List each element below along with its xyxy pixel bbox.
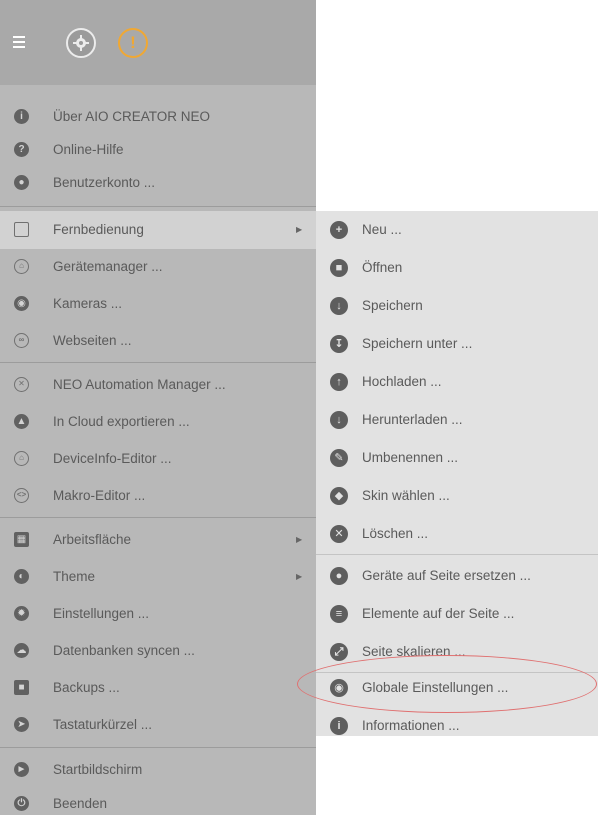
- submenu-item-choose-skin[interactable]: ◆ Skin wählen ...: [316, 477, 598, 515]
- home-icon: ⌂: [14, 259, 29, 274]
- menu-item-remote-control[interactable]: Fernbedienung ▶: [0, 211, 316, 249]
- menu-item-sync-databases[interactable]: ☁ Datenbanken syncen ...: [0, 632, 316, 670]
- rocket-icon: ➤: [14, 717, 29, 732]
- folder-icon: ■: [330, 259, 348, 277]
- menu-item-user-account[interactable]: ● Benutzerkonto ...: [0, 164, 316, 202]
- device-info-icon: ⌂: [14, 451, 29, 466]
- submenu-item-save[interactable]: ↓ Speichern: [316, 287, 598, 325]
- submenu-item-replace-devices[interactable]: ● Geräte auf Seite ersetzen ...: [316, 557, 598, 595]
- gear-icon: ✹: [14, 606, 29, 621]
- menu-item-start-screen[interactable]: ► Startbildschirm: [0, 751, 316, 789]
- chevron-right-icon: ▶: [296, 225, 303, 234]
- submenu-item-new[interactable]: + Neu ...: [316, 211, 598, 249]
- cloud-icon: ☁: [14, 643, 29, 658]
- submenu-item-download[interactable]: ↓ Herunterladen ...: [316, 401, 598, 439]
- download-icon: ↓: [330, 411, 348, 429]
- hamburger-menu-icon[interactable]: [13, 36, 25, 50]
- menu-item-macro-editor[interactable]: <> Makro-Editor ...: [0, 477, 316, 515]
- contrast-icon: ◐: [14, 569, 29, 584]
- folder-icon: ■: [14, 680, 29, 695]
- question-icon: ?: [14, 142, 29, 157]
- save-as-icon: ↧: [330, 335, 348, 353]
- chevron-right-icon: ▶: [296, 572, 303, 581]
- menu-item-theme[interactable]: ◐ Theme ▶: [0, 558, 316, 596]
- main-menu: ! i Über AIO CREATOR NEO ? Online-Hilfe …: [0, 0, 316, 815]
- warning-icon[interactable]: !: [118, 28, 148, 58]
- menu-item-deviceinfo-editor[interactable]: ⌂ DeviceInfo-Editor ...: [0, 440, 316, 478]
- highlight-ring-annotation: [297, 655, 597, 713]
- menu-item-device-manager[interactable]: ⌂ Gerätemanager ...: [0, 248, 316, 286]
- submenu-item-upload[interactable]: ↑ Hochladen ...: [316, 363, 598, 401]
- divider: [0, 517, 316, 518]
- divider: [0, 206, 316, 207]
- code-icon: <>: [14, 488, 29, 503]
- menu-item-automation-manager[interactable]: ✕ NEO Automation Manager ...: [0, 366, 316, 404]
- submenu-item-delete[interactable]: ✕ Löschen ...: [316, 515, 598, 553]
- gear-icon[interactable]: [66, 28, 96, 58]
- skin-icon: ◆: [330, 487, 348, 505]
- info-icon: i: [330, 717, 348, 735]
- menu-item-workspace[interactable]: ▦ Arbeitsfläche ▶: [0, 521, 316, 559]
- menu-item-exit[interactable]: ⏻ Beenden: [0, 785, 316, 823]
- submenu-item-open[interactable]: ■ Öffnen: [316, 249, 598, 287]
- submenu-divider: [316, 554, 598, 555]
- cloud-upload-icon: ▲: [14, 414, 29, 429]
- grid-icon: ▦: [14, 532, 29, 547]
- download-icon: ↓: [330, 297, 348, 315]
- resize-icon: ⤢: [330, 643, 348, 661]
- automation-icon: ✕: [14, 377, 29, 392]
- menu-item-settings[interactable]: ✹ Einstellungen ...: [0, 595, 316, 633]
- submenu-item-page-elements[interactable]: ≡ Elemente auf der Seite ...: [316, 595, 598, 633]
- chevron-right-icon: ▶: [296, 535, 303, 544]
- menu-item-cloud-export[interactable]: ▲ In Cloud exportieren ...: [0, 403, 316, 441]
- divider: [0, 362, 316, 363]
- list-icon: ≡: [330, 605, 348, 623]
- close-icon: ✕: [330, 525, 348, 543]
- menu-item-backups[interactable]: ■ Backups ...: [0, 669, 316, 707]
- menu-header: !: [0, 0, 316, 85]
- menu-item-cameras[interactable]: ◉ Kameras ...: [0, 285, 316, 323]
- link-icon: ∞: [14, 333, 29, 348]
- upload-icon: ↑: [330, 373, 348, 391]
- plus-icon: +: [330, 221, 348, 239]
- pencil-icon: ✎: [330, 449, 348, 467]
- menu-item-websites[interactable]: ∞ Webseiten ...: [0, 322, 316, 360]
- divider: [0, 747, 316, 748]
- submenu-item-rename[interactable]: ✎ Umbenennen ...: [316, 439, 598, 477]
- submenu-item-save-as[interactable]: ↧ Speichern unter ...: [316, 325, 598, 363]
- replace-icon: ●: [330, 567, 348, 585]
- menu-item-keyboard-shortcuts[interactable]: ➤ Tastaturkürzel ...: [0, 706, 316, 744]
- start-icon: ►: [14, 762, 29, 777]
- camera-icon: ◉: [14, 296, 29, 311]
- phone-icon: [14, 222, 29, 237]
- info-icon: i: [14, 109, 29, 124]
- power-icon: ⏻: [14, 796, 29, 811]
- user-icon: ●: [14, 175, 29, 190]
